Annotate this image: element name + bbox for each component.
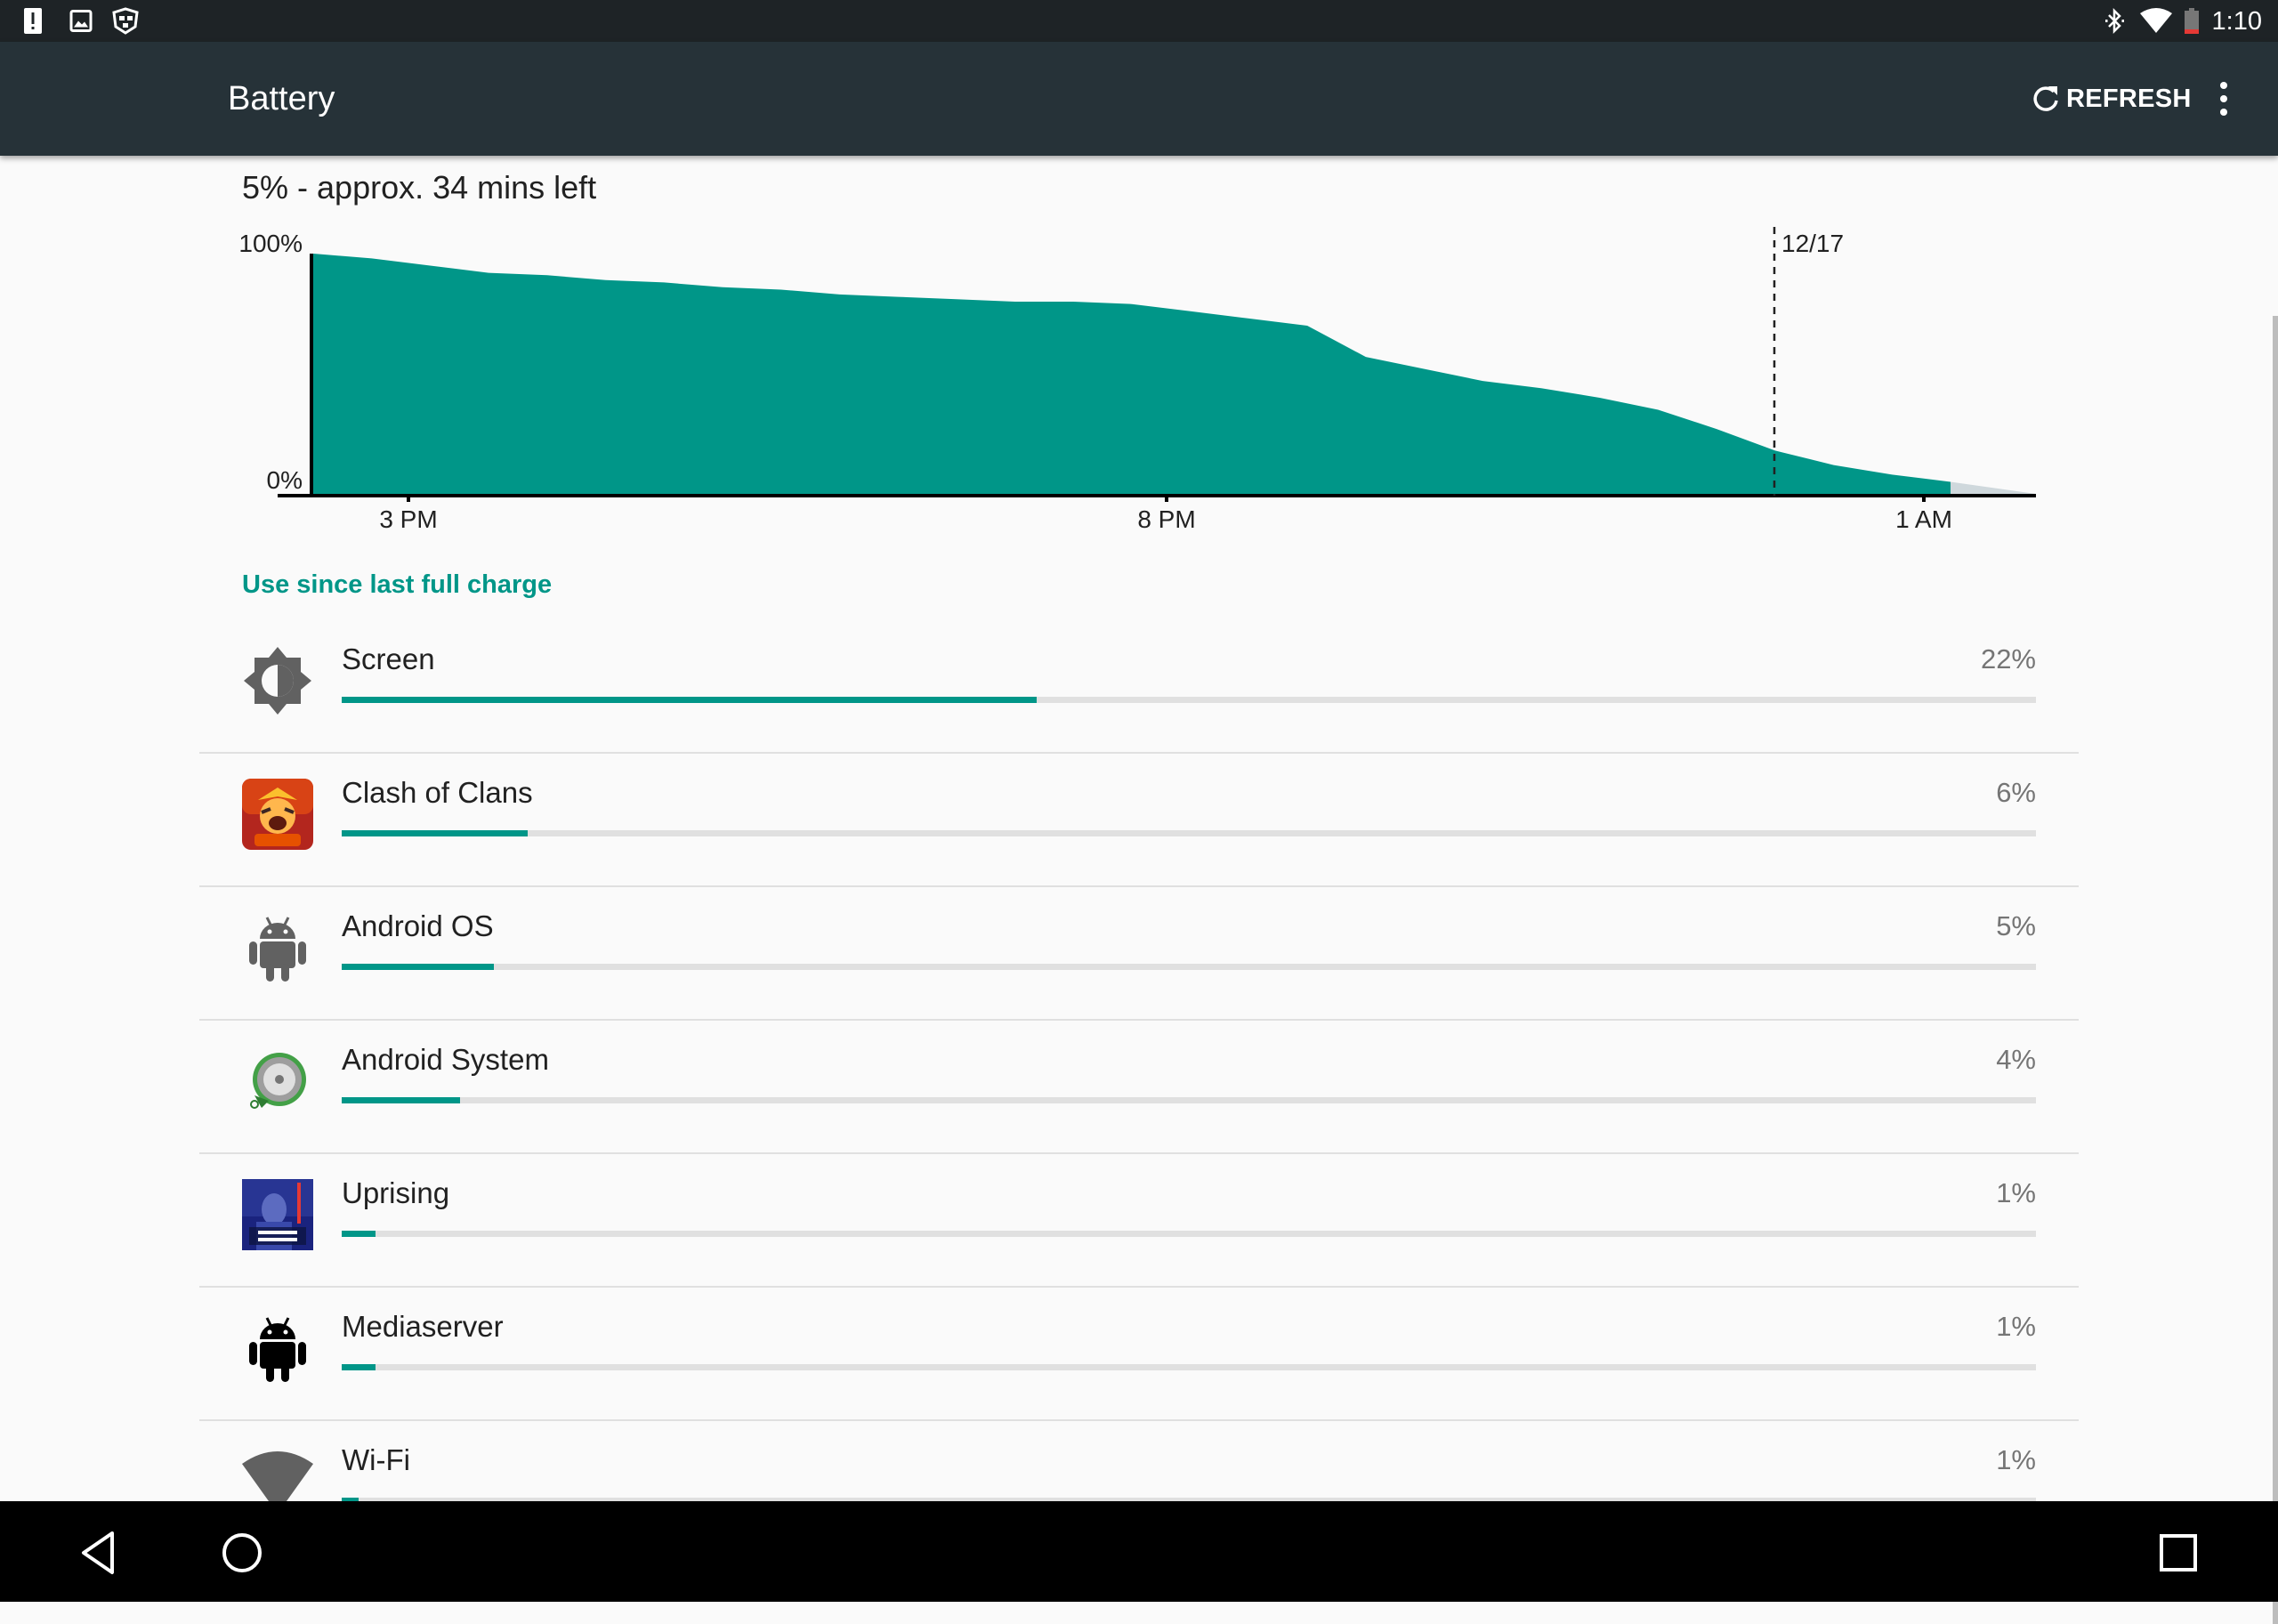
usage-row-android-os[interactable]: Android OS 5% [199, 887, 2079, 1021]
usage-bar-track [342, 964, 2036, 970]
usage-bar-track [342, 1364, 2036, 1370]
usage-bar-fill [342, 1364, 376, 1370]
usage-label: Screen [342, 642, 435, 675]
usage-bar-track [342, 1231, 2036, 1237]
brightness-icon [244, 647, 311, 715]
x-tick-label: 1 AM [1895, 505, 1952, 533]
chart-y-max-label: 100% [238, 230, 303, 257]
usage-row-clash-of-clans[interactable]: Clash of Clans 6% [199, 754, 2079, 887]
scrollbar[interactable] [2273, 316, 2278, 1624]
status-bar: 1:10 [0, 0, 2278, 42]
usage-row-mediaserver[interactable]: Mediaserver 1% [199, 1288, 2079, 1421]
page-title: Battery [228, 80, 335, 117]
usage-list: Screen 22% Clash of Clans 6% Android OS … [199, 620, 2079, 1555]
clash-of-clans-app-icon [242, 779, 313, 850]
overflow-menu-icon[interactable] [2209, 81, 2239, 117]
game-controller-notification-icon [112, 7, 139, 35]
mediaserver-android-icon [249, 1317, 306, 1382]
usage-bar-track [342, 697, 2036, 703]
usage-percent: 1% [1996, 1311, 2036, 1342]
battery-low-icon [2185, 8, 2199, 34]
battery-content: 5% - approx. 34 mins left 100% 0% 12/17 … [0, 156, 2278, 1624]
chart-y-min-label: 0% [267, 466, 303, 494]
app-bar: Battery REFRESH [0, 42, 2278, 156]
usage-label: Wi-Fi [342, 1443, 410, 1476]
wifi-signal-icon [2140, 8, 2172, 33]
usage-row-screen[interactable]: Screen 22% [199, 620, 2079, 754]
usage-bar-fill [342, 1231, 376, 1237]
alert-notification-icon [24, 8, 42, 34]
x-tick-label: 8 PM [1137, 505, 1195, 533]
section-header: Use since last full charge [242, 570, 553, 599]
usage-percent: 6% [1996, 777, 2036, 808]
usage-bar-fill [342, 697, 1037, 703]
usage-percent: 22% [1980, 643, 2036, 675]
refresh-icon [2033, 86, 2058, 111]
back-button[interactable] [71, 1524, 128, 1581]
navigation-bar [0, 1501, 2278, 1602]
refresh-label: REFRESH [2066, 84, 2192, 113]
refresh-button[interactable]: REFRESH [2031, 77, 2192, 120]
uprising-app-icon [242, 1179, 313, 1250]
usage-bar-track [342, 830, 2036, 836]
usage-label: Android OS [342, 909, 494, 942]
home-button[interactable] [214, 1524, 271, 1581]
usage-percent: 1% [1996, 1444, 2036, 1475]
android-system-icon [250, 1053, 306, 1109]
usage-bar-fill [342, 830, 529, 836]
usage-label: Android System [342, 1043, 549, 1076]
image-notification-icon [69, 10, 93, 32]
battery-level-area [313, 254, 1951, 494]
usage-row-uprising[interactable]: Uprising 1% [199, 1154, 2079, 1288]
usage-label: Clash of Clans [342, 776, 533, 809]
bluetooth-icon [2105, 7, 2124, 35]
usage-row-android-system[interactable]: Android System 4% [199, 1021, 2079, 1154]
recents-button[interactable] [2150, 1524, 2207, 1581]
date-marker-label: 12/17 [1781, 230, 1844, 257]
usage-percent: 5% [1996, 910, 2036, 941]
usage-bar-fill [342, 964, 495, 970]
status-time: 1:10 [2211, 7, 2262, 36]
usage-bar-fill [342, 1097, 461, 1103]
usage-label: Mediaserver [342, 1310, 504, 1343]
usage-percent: 1% [1996, 1177, 2036, 1208]
android-robot-icon [249, 917, 306, 982]
usage-bar-track [342, 1097, 2036, 1103]
x-tick-label: 3 PM [379, 505, 437, 533]
usage-percent: 4% [1996, 1044, 2036, 1075]
battery-projection-area [1951, 481, 2036, 494]
battery-history-chart: 100% 0% 12/17 3 PM 8 PM 1 AM [238, 227, 2036, 533]
usage-label: Uprising [342, 1176, 450, 1209]
